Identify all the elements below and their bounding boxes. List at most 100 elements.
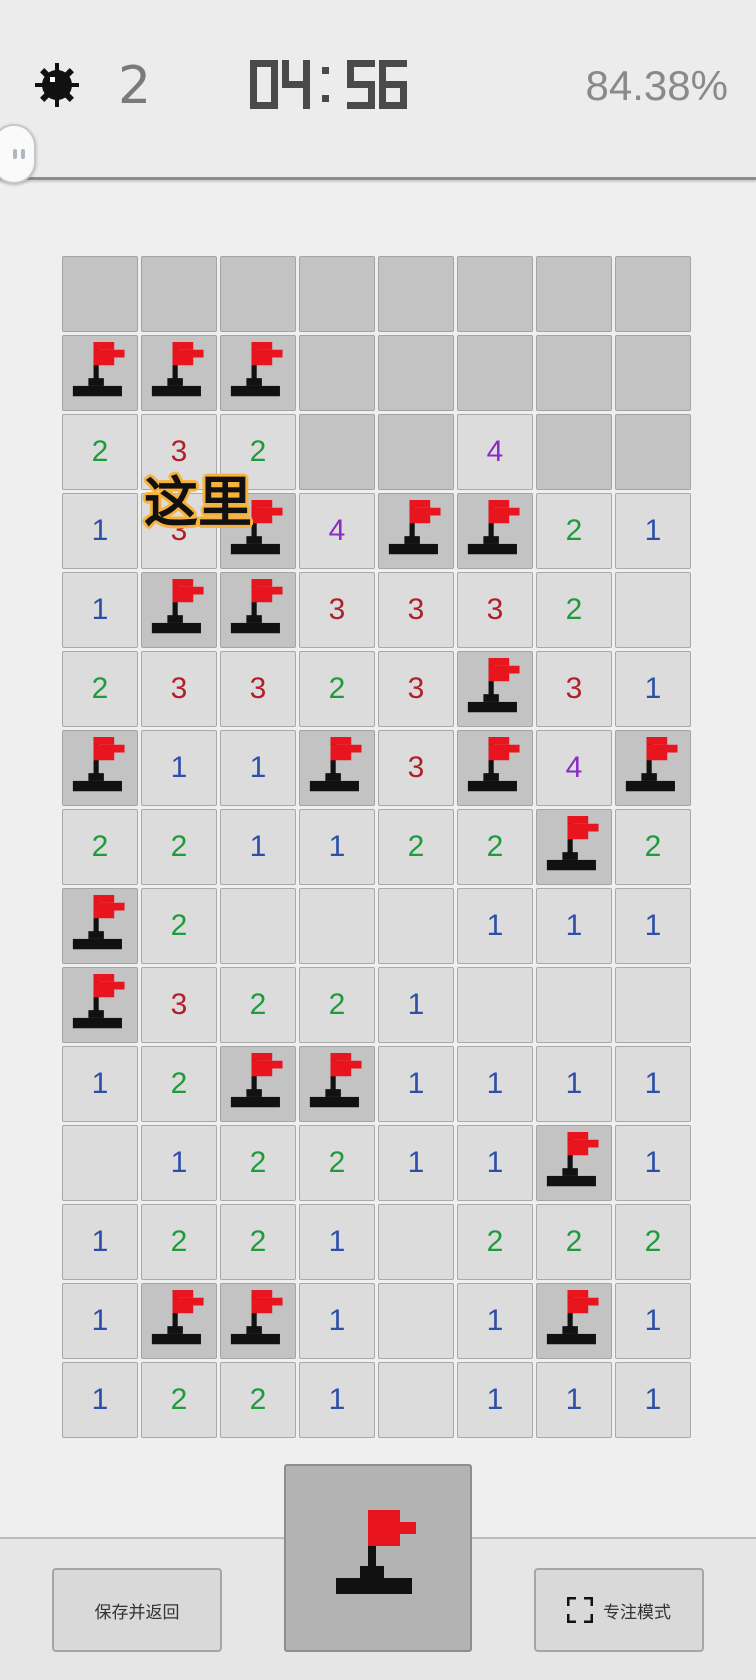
- hidden-cell[interactable]: [299, 414, 375, 490]
- flagged-cell[interactable]: [220, 572, 296, 648]
- number-cell[interactable]: 2: [299, 651, 375, 727]
- number-cell[interactable]: 2: [220, 967, 296, 1043]
- flagged-cell[interactable]: [62, 730, 138, 806]
- number-cell[interactable]: 3: [378, 572, 454, 648]
- number-cell[interactable]: 2: [299, 1125, 375, 1201]
- flagged-cell[interactable]: [141, 572, 217, 648]
- number-cell[interactable]: 2: [62, 651, 138, 727]
- empty-cell[interactable]: [220, 888, 296, 964]
- hidden-cell[interactable]: [615, 414, 691, 490]
- number-cell[interactable]: 1: [62, 1046, 138, 1122]
- hidden-cell[interactable]: [615, 256, 691, 332]
- flagged-cell[interactable]: [62, 335, 138, 411]
- number-cell[interactable]: 3: [220, 651, 296, 727]
- number-cell[interactable]: 1: [457, 1283, 533, 1359]
- hidden-cell[interactable]: [457, 335, 533, 411]
- number-cell[interactable]: 1: [299, 809, 375, 885]
- flagged-cell[interactable]: [220, 1046, 296, 1122]
- flagged-cell[interactable]: [457, 651, 533, 727]
- number-cell[interactable]: 1: [62, 1204, 138, 1280]
- number-cell[interactable]: 1: [62, 572, 138, 648]
- hidden-cell[interactable]: [536, 256, 612, 332]
- number-cell[interactable]: 1: [62, 493, 138, 569]
- empty-cell[interactable]: [299, 888, 375, 964]
- number-cell[interactable]: 1: [615, 888, 691, 964]
- number-cell[interactable]: 2: [536, 1204, 612, 1280]
- number-cell[interactable]: 1: [457, 888, 533, 964]
- number-cell[interactable]: 2: [62, 414, 138, 490]
- number-cell[interactable]: 1: [378, 967, 454, 1043]
- flagged-cell[interactable]: [536, 809, 612, 885]
- number-cell[interactable]: 1: [615, 1362, 691, 1438]
- number-cell[interactable]: 1: [220, 730, 296, 806]
- number-cell[interactable]: 2: [536, 572, 612, 648]
- floating-assistant-bubble[interactable]: [0, 124, 36, 184]
- flagged-cell[interactable]: [220, 1283, 296, 1359]
- number-cell[interactable]: 1: [615, 1283, 691, 1359]
- flagged-cell[interactable]: [141, 335, 217, 411]
- number-cell[interactable]: 1: [536, 888, 612, 964]
- number-cell[interactable]: 1: [457, 1362, 533, 1438]
- number-cell[interactable]: 2: [220, 1362, 296, 1438]
- number-cell[interactable]: 1: [615, 1125, 691, 1201]
- flagged-cell[interactable]: [615, 730, 691, 806]
- flag-mode-toggle[interactable]: [284, 1464, 472, 1652]
- number-cell[interactable]: 1: [536, 1046, 612, 1122]
- number-cell[interactable]: 1: [457, 1046, 533, 1122]
- number-cell[interactable]: 2: [457, 1204, 533, 1280]
- number-cell[interactable]: 3: [378, 651, 454, 727]
- hidden-cell[interactable]: [220, 256, 296, 332]
- flagged-cell[interactable]: [457, 493, 533, 569]
- number-cell[interactable]: 4: [536, 730, 612, 806]
- number-cell[interactable]: 1: [378, 1046, 454, 1122]
- flagged-cell[interactable]: [62, 967, 138, 1043]
- flagged-cell[interactable]: [62, 888, 138, 964]
- number-cell[interactable]: 2: [141, 1046, 217, 1122]
- number-cell[interactable]: 2: [220, 1125, 296, 1201]
- number-cell[interactable]: 3: [536, 651, 612, 727]
- empty-cell[interactable]: [536, 967, 612, 1043]
- number-cell[interactable]: 2: [220, 1204, 296, 1280]
- number-cell[interactable]: 1: [220, 809, 296, 885]
- empty-cell[interactable]: [378, 1283, 454, 1359]
- flagged-cell[interactable]: [220, 335, 296, 411]
- hidden-cell[interactable]: [536, 414, 612, 490]
- hidden-cell[interactable]: [378, 256, 454, 332]
- number-cell[interactable]: 2: [615, 809, 691, 885]
- number-cell[interactable]: 2: [615, 1204, 691, 1280]
- number-cell[interactable]: 3: [141, 967, 217, 1043]
- empty-cell[interactable]: [62, 1125, 138, 1201]
- flagged-cell[interactable]: [299, 1046, 375, 1122]
- number-cell[interactable]: 2: [141, 809, 217, 885]
- empty-cell[interactable]: [615, 572, 691, 648]
- number-cell[interactable]: 1: [299, 1362, 375, 1438]
- number-cell[interactable]: 1: [299, 1283, 375, 1359]
- hidden-cell[interactable]: [299, 256, 375, 332]
- number-cell[interactable]: 2: [141, 1204, 217, 1280]
- number-cell[interactable]: 1: [299, 1204, 375, 1280]
- number-cell[interactable]: 2: [141, 1362, 217, 1438]
- number-cell[interactable]: 2: [62, 809, 138, 885]
- empty-cell[interactable]: [457, 967, 533, 1043]
- flagged-cell[interactable]: [141, 1283, 217, 1359]
- number-cell[interactable]: 2: [536, 493, 612, 569]
- flagged-cell[interactable]: [536, 1125, 612, 1201]
- number-cell[interactable]: 1: [62, 1283, 138, 1359]
- number-cell[interactable]: 1: [141, 1125, 217, 1201]
- flagged-cell[interactable]: [536, 1283, 612, 1359]
- number-cell[interactable]: 3: [299, 572, 375, 648]
- empty-cell[interactable]: [378, 1362, 454, 1438]
- hidden-cell[interactable]: [141, 256, 217, 332]
- hidden-cell[interactable]: [378, 414, 454, 490]
- hidden-cell[interactable]: [378, 335, 454, 411]
- hidden-cell[interactable]: [536, 335, 612, 411]
- number-cell[interactable]: 1: [141, 730, 217, 806]
- flagged-cell[interactable]: [299, 730, 375, 806]
- empty-cell[interactable]: [615, 967, 691, 1043]
- flagged-cell[interactable]: [457, 730, 533, 806]
- empty-cell[interactable]: [378, 888, 454, 964]
- hidden-cell[interactable]: [299, 335, 375, 411]
- number-cell[interactable]: 3: [141, 651, 217, 727]
- number-cell[interactable]: 1: [378, 1125, 454, 1201]
- flagged-cell[interactable]: [378, 493, 454, 569]
